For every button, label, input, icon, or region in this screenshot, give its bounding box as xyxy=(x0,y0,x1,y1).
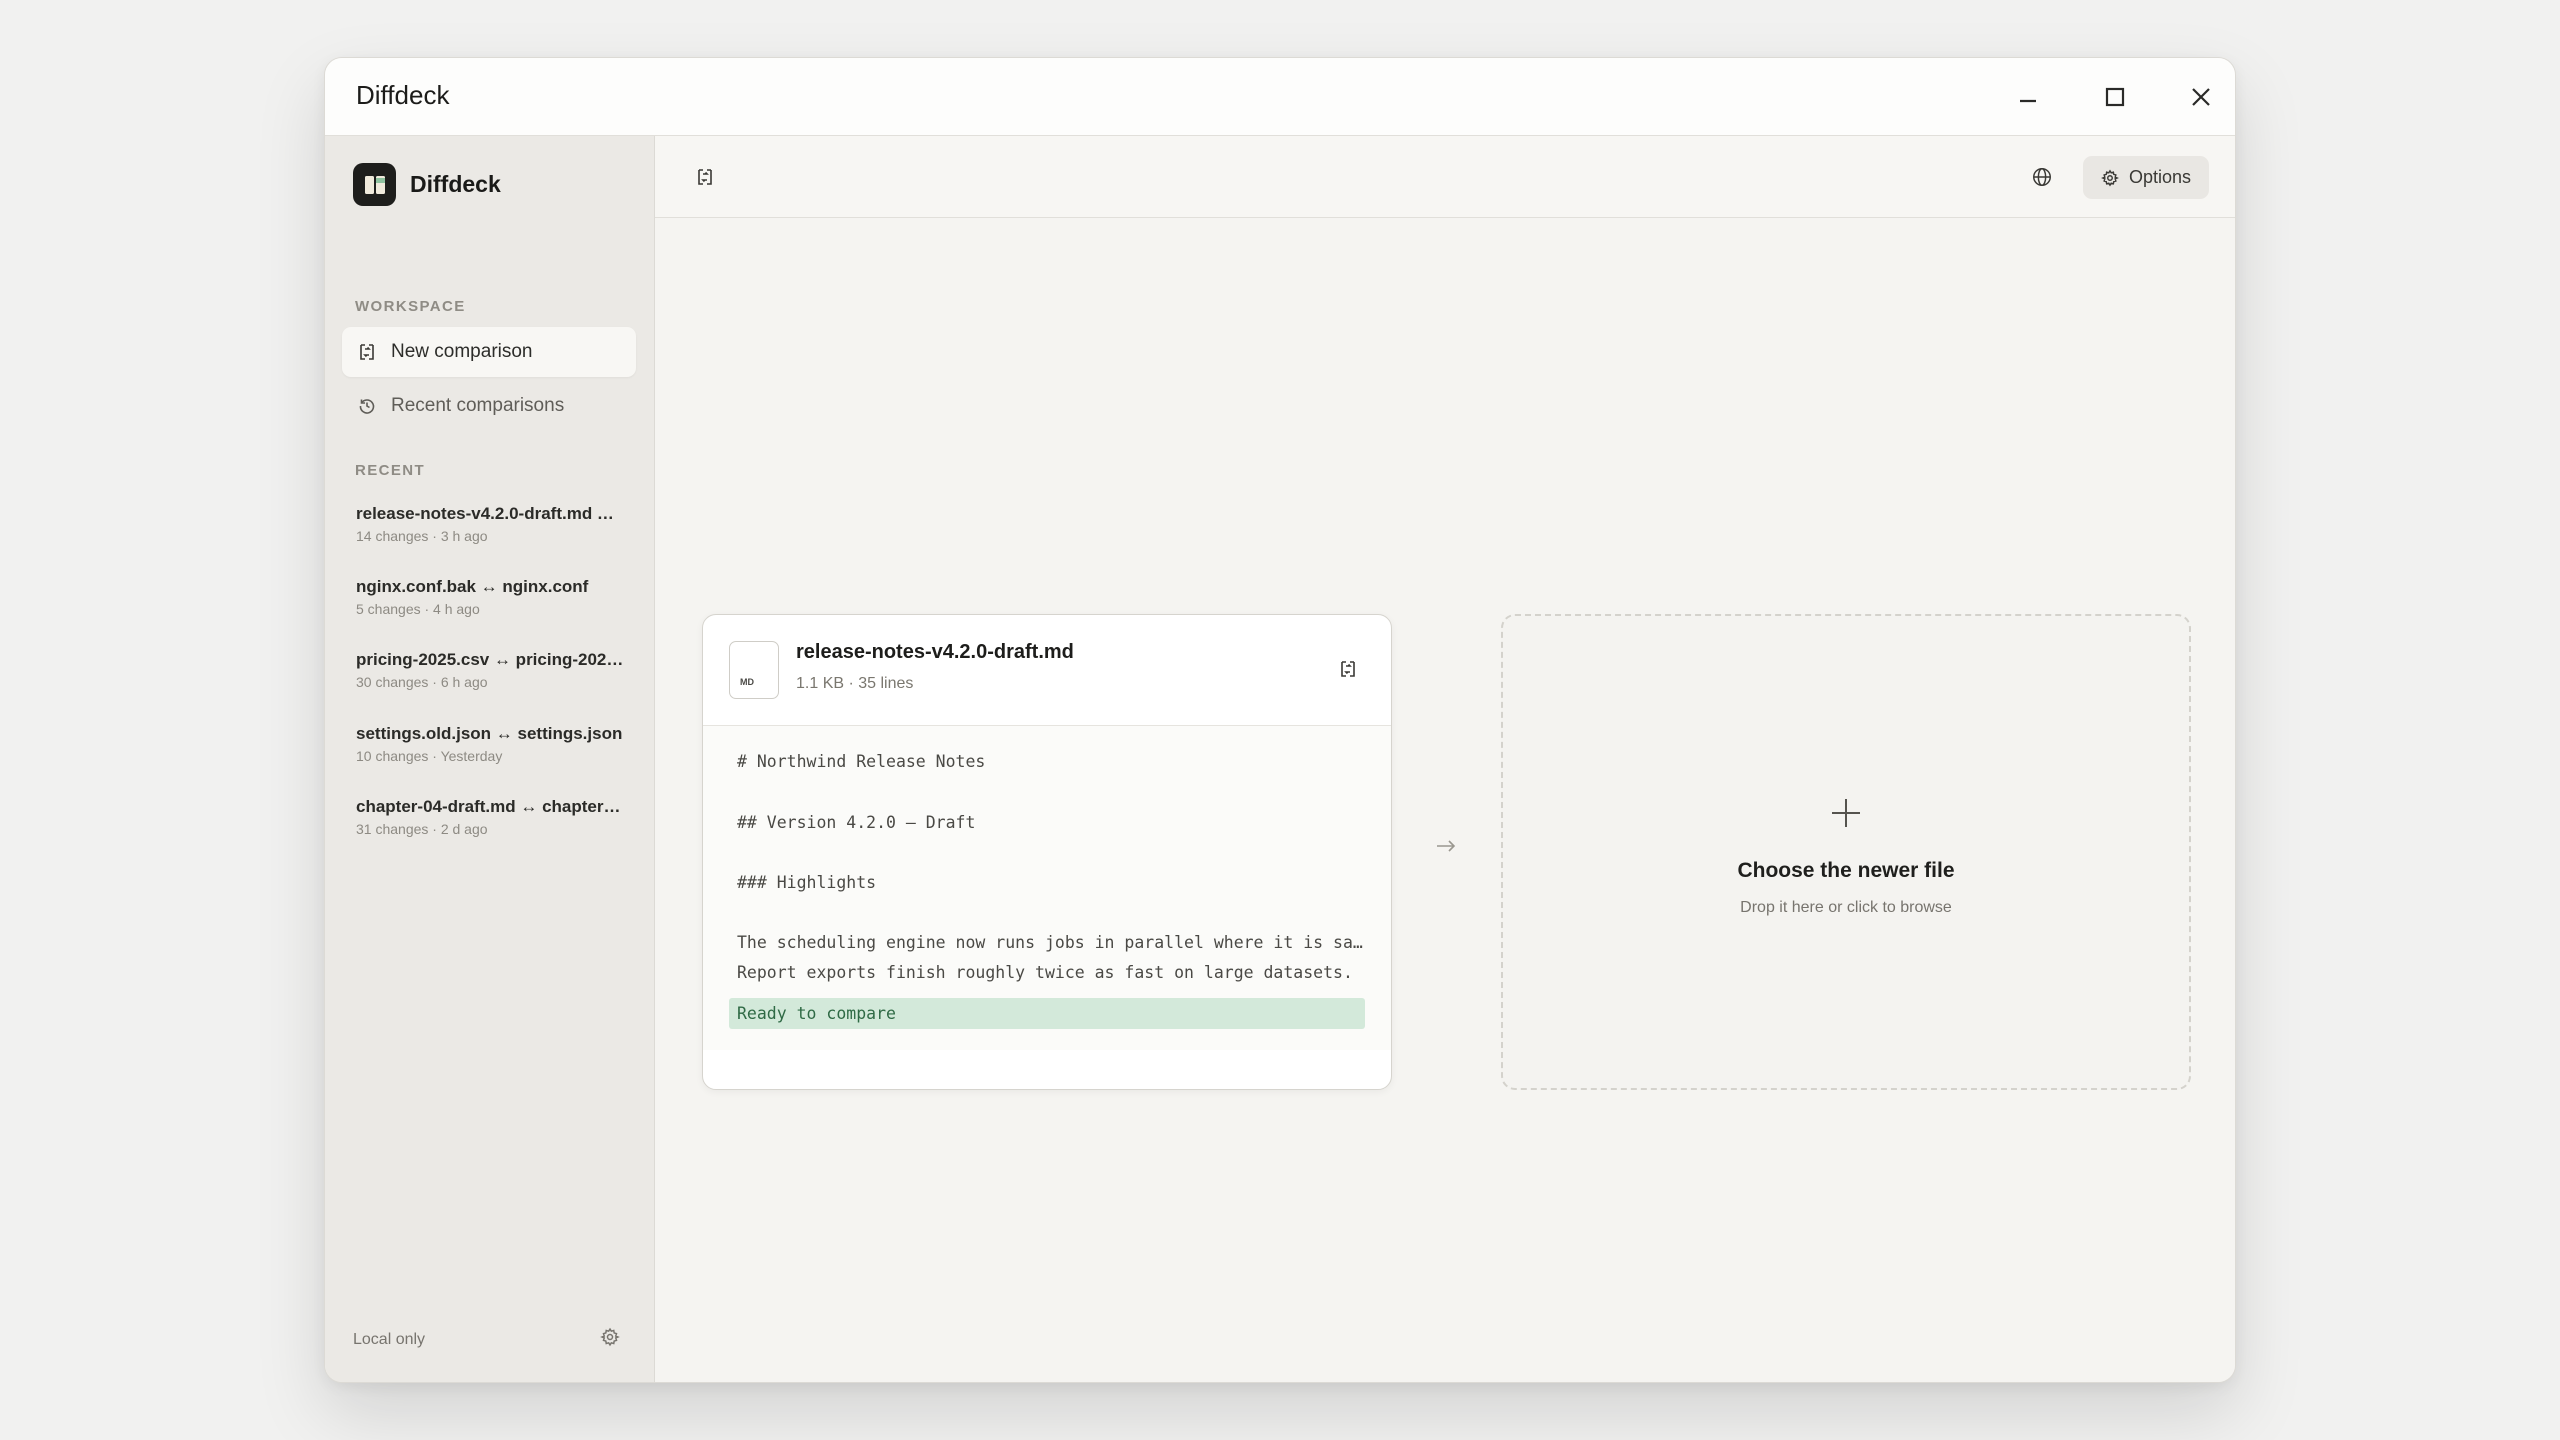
file-type-badge: MD xyxy=(740,677,754,687)
recent-item[interactable]: nginx.conf.bak ↔ nginx.conf 5 changes · … xyxy=(356,577,626,617)
workspace-section-label: WORKSPACE xyxy=(355,298,466,315)
file-meta: 1.1 KB · 35 lines xyxy=(796,675,914,692)
dropzone-subtitle: Drop it here or click to browse xyxy=(1740,899,1952,916)
sidebar: Diffdeck WORKSPACE New comparison Recent… xyxy=(325,136,655,1382)
nav-label: New comparison xyxy=(391,341,533,362)
recent-item[interactable]: pricing-2025.csv ↔ pricing-2026.csv 30 c… xyxy=(356,650,626,690)
arrow-right-icon xyxy=(1431,836,1461,856)
gear-icon xyxy=(2100,169,2119,186)
swap-file-icon xyxy=(1341,661,1355,677)
app-window: Diffdeck Diffdeck WORKSPACE New comparis… xyxy=(324,57,2236,1383)
recent-item[interactable]: chapter-04-draft.md ↔ chapter-04-final.m… xyxy=(356,797,626,837)
file-name: release-notes-v4.2.0-draft.md xyxy=(796,641,1074,663)
replace-file-button[interactable] xyxy=(1335,656,1361,682)
window-title: Diffdeck xyxy=(356,80,450,110)
options-button[interactable]: Options xyxy=(2082,156,2209,199)
swap-file-icon xyxy=(698,169,712,185)
history-icon xyxy=(359,399,375,414)
nav-label: Recent comparisons xyxy=(391,395,565,416)
nav-recent-comparisons[interactable]: Recent comparisons xyxy=(342,381,636,431)
recent-item-meta: 14 changes · 3 h ago xyxy=(356,528,488,544)
maximize-button[interactable] xyxy=(2092,74,2138,120)
dropzone-title: Choose the newer file xyxy=(1737,859,1955,882)
main-content: Options MD release-notes-v4.2.0-draft.md… xyxy=(655,136,2235,1382)
close-icon xyxy=(2192,88,2210,106)
markdown-file-icon: MD xyxy=(729,641,779,699)
preview-line: # Northwind Release Notes xyxy=(737,752,986,771)
recent-item[interactable]: settings.old.json ↔ settings.json 10 cha… xyxy=(356,724,626,764)
recent-item-meta: 31 changes · 2 d ago xyxy=(356,821,488,837)
settings-button[interactable] xyxy=(600,1327,620,1352)
gear-icon xyxy=(600,1327,620,1347)
swap-files-button[interactable] xyxy=(688,160,722,194)
brand-name: Diffdeck xyxy=(410,171,501,197)
recent-item-title: chapter-04-draft.md ↔ chapter-04-final.m… xyxy=(356,797,626,816)
nav-new-comparison[interactable]: New comparison xyxy=(342,327,636,377)
recent-item-meta: 30 changes · 6 h ago xyxy=(356,674,488,690)
original-file-card[interactable]: MD release-notes-v4.2.0-draft.md 1.1 KB … xyxy=(702,614,1392,1090)
recent-section-label: RECENT xyxy=(355,462,426,479)
minimize-icon xyxy=(2020,99,2036,103)
brand[interactable]: Diffdeck xyxy=(353,163,501,206)
newer-file-dropzone[interactable]: Choose the newer file Drop it here or cl… xyxy=(1501,614,2191,1090)
recent-item-title: release-notes-v4.2.0-draft.md ↔ release-… xyxy=(356,504,626,523)
maximize-icon xyxy=(2105,87,2125,107)
preview-line: The scheduling engine now runs jobs in p… xyxy=(737,933,1367,952)
globe-icon xyxy=(2033,168,2051,186)
options-label: Options xyxy=(2128,167,2191,187)
app-logo-icon xyxy=(353,163,396,206)
close-button[interactable] xyxy=(2178,74,2224,120)
language-button[interactable] xyxy=(2025,160,2059,194)
recent-item-title: nginx.conf.bak ↔ nginx.conf xyxy=(356,577,589,596)
recent-item-title: settings.old.json ↔ settings.json xyxy=(356,724,623,743)
preview-line: Report exports finish roughly twice as f… xyxy=(737,963,1353,982)
title-bar: Diffdeck xyxy=(325,58,2235,136)
swap-file-icon xyxy=(360,344,374,360)
plus-icon xyxy=(1829,796,1863,835)
file-card-header: MD release-notes-v4.2.0-draft.md 1.1 KB … xyxy=(703,615,1391,726)
recent-item[interactable]: release-notes-v4.2.0-draft.md ↔ release-… xyxy=(356,504,626,544)
toolbar: Options xyxy=(655,136,2235,218)
recent-item-title: pricing-2025.csv ↔ pricing-2026.csv xyxy=(356,650,626,669)
ready-status: Ready to compare xyxy=(729,998,1365,1029)
recent-item-meta: 5 changes · 4 h ago xyxy=(356,601,480,617)
minimize-button[interactable] xyxy=(2005,74,2051,120)
storage-mode-label: Local only xyxy=(353,1331,426,1348)
file-preview: # Northwind Release Notes ## Version 4.2… xyxy=(703,726,1391,1050)
recent-item-meta: 10 changes · Yesterday xyxy=(356,748,503,764)
preview-line: ### Highlights xyxy=(737,873,877,892)
preview-line: ## Version 4.2.0 — Draft xyxy=(737,813,976,832)
